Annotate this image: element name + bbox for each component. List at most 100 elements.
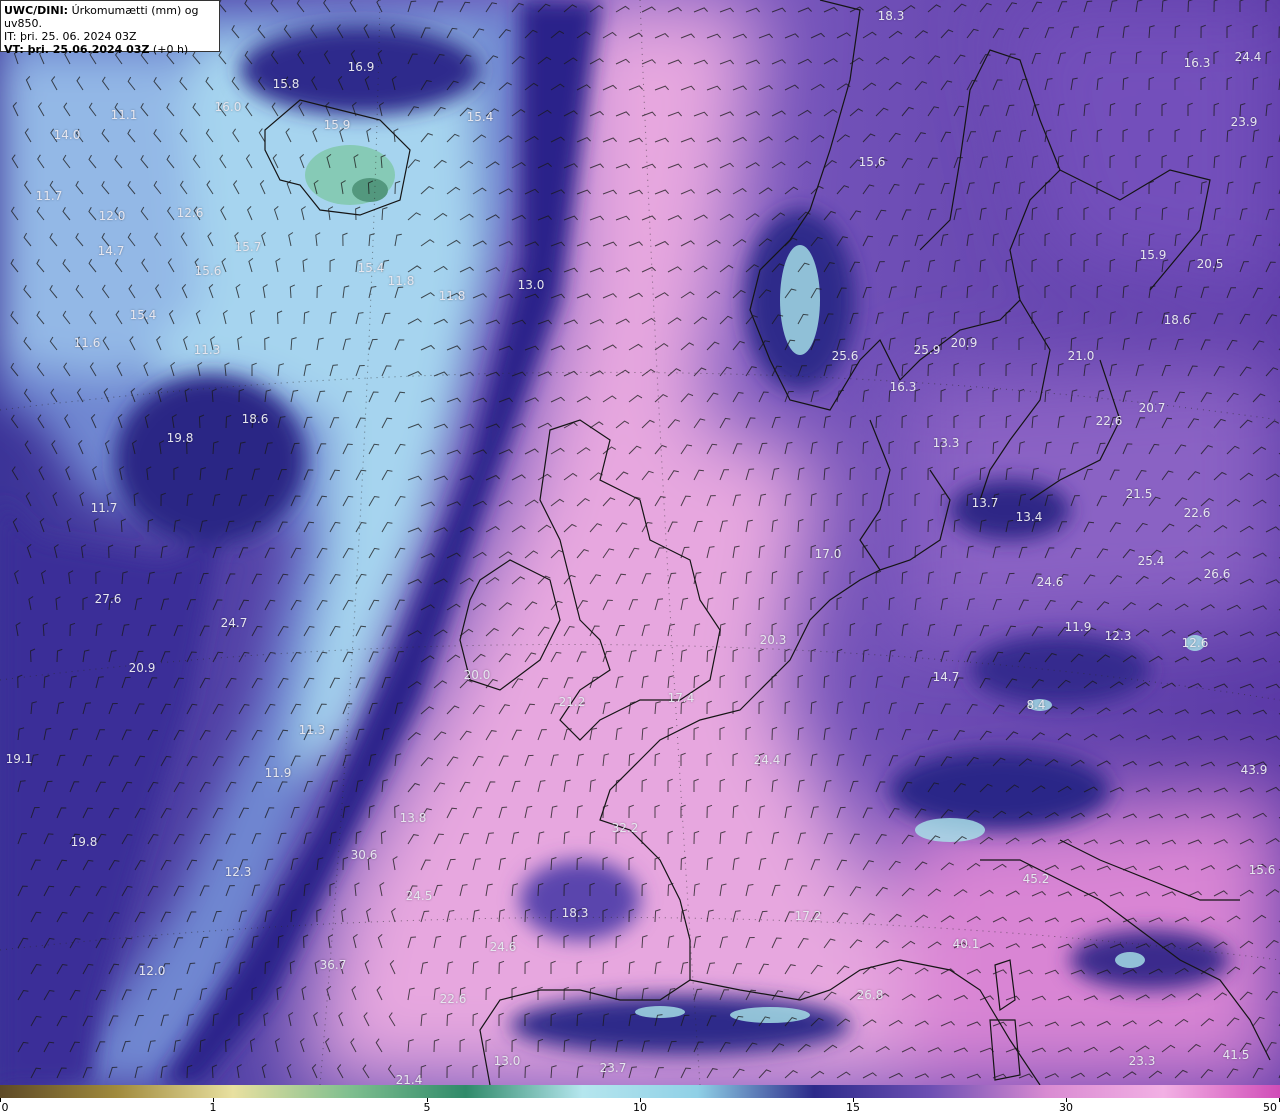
pw-value-label: 24.5 <box>405 889 433 903</box>
pw-value-label: 11.1 <box>110 108 138 122</box>
pw-value-label: 24.7 <box>220 616 248 630</box>
pw-value-label: 12.6 <box>1181 636 1209 650</box>
pw-value-label: 12.6 <box>176 206 204 220</box>
pw-value-label: 8.4 <box>1026 698 1046 712</box>
pw-value-label: 12.3 <box>1104 629 1132 643</box>
pw-value-label: 13.0 <box>493 1054 521 1068</box>
pw-value-label: 23.3 <box>1128 1054 1156 1068</box>
valid-time-label: VT: <box>4 43 24 56</box>
pw-value-label: 25.6 <box>831 349 859 363</box>
pw-value-label: 25.4 <box>1137 554 1165 568</box>
pw-value-label: 14.7 <box>932 670 960 684</box>
pw-value-label: 21.0 <box>1067 349 1095 363</box>
pw-value-label: 19.8 <box>70 835 98 849</box>
pw-value-label: 11.9 <box>264 766 292 780</box>
pw-value-label: 18.6 <box>241 412 269 426</box>
pw-value-label: 32.2 <box>611 821 639 835</box>
pw-value-label: 20.3 <box>759 633 787 647</box>
pw-value-label: 17.0 <box>814 547 842 561</box>
pw-value-label: 26.8 <box>856 988 884 1002</box>
pw-value-label: 24.6 <box>489 940 517 954</box>
map-info-box: UWC/DINI: Úrkomumætti (mm) og uv850. IT:… <box>0 0 220 56</box>
pw-value-label: 19.1 <box>5 752 33 766</box>
pw-value-label: 24.4 <box>753 753 781 767</box>
pw-value-label: 11.7 <box>35 189 63 203</box>
pw-value-label: 24.4 <box>1234 50 1262 64</box>
model-name: UWC/DINI: <box>4 4 69 17</box>
legend-tick-label: 30 <box>1059 1101 1073 1114</box>
legend-bar <box>0 1085 1280 1098</box>
lead-time: (+0 h) <box>149 43 189 56</box>
pw-value-label: 18.3 <box>877 9 905 23</box>
pw-value-label: 26.6 <box>1203 567 1231 581</box>
legend-tick-label: 15 <box>846 1101 860 1114</box>
init-time: þri. 25. 06. 2024 03Z <box>16 30 137 43</box>
pw-value-label: 21.5 <box>1125 487 1153 501</box>
pw-value-label: 11.8 <box>387 274 415 288</box>
pw-value-label: 13.7 <box>971 496 999 510</box>
pw-value-label: 15.9 <box>323 118 351 132</box>
pw-value-label: 45.2 <box>1022 872 1050 886</box>
init-time-label: IT: <box>4 30 17 43</box>
legend-tick-label: 1 <box>209 1101 217 1114</box>
pw-value-label: 13.0 <box>517 278 545 292</box>
pw-value-label: 11.6 <box>73 336 101 350</box>
pw-value-label: 23.9 <box>1230 115 1258 129</box>
pw-value-label: 19.8 <box>166 431 194 445</box>
pw-value-label: 15.4 <box>357 261 385 275</box>
pw-value-label: 16.0 <box>214 100 242 114</box>
pw-value-label: 15.9 <box>1139 248 1167 262</box>
pw-value-label: 15.7 <box>234 240 262 254</box>
legend-tick-label: 10 <box>633 1101 647 1114</box>
pw-value-label: 13.8 <box>399 811 427 825</box>
pw-value-label: 12.3 <box>224 865 252 879</box>
pw-value-label: 30.6 <box>350 848 378 862</box>
pw-value-label: 24.6 <box>1036 575 1064 589</box>
pw-value-label: 17.4 <box>667 691 695 705</box>
pw-value-label: 14.7 <box>97 244 125 258</box>
pw-value-label: 11.3 <box>193 343 221 357</box>
precipitable-water-map: 16.9 15.8 16.0 11.1 15.9 15.4 14.0 11.7 12.0 12.6… <box>0 0 1280 1085</box>
valid-time: þri. 25.06.2024 03Z <box>23 43 150 56</box>
pw-value-label: 21.4 <box>395 1073 423 1085</box>
pw-value-label: 16.3 <box>1183 56 1211 70</box>
legend-tick-label: 0 <box>1 1101 9 1114</box>
pw-value-label: 22.6 <box>1095 414 1123 428</box>
pw-value-label: 11.8 <box>438 289 466 303</box>
pw-value-label: 13.4 <box>1015 510 1043 524</box>
pw-value-label: 15.6 <box>1248 863 1276 877</box>
pw-value-label: 13.3 <box>932 436 960 450</box>
pw-value-label: 15.8 <box>272 77 300 91</box>
pw-value-label: 11.3 <box>298 723 326 737</box>
pw-value-label: 21.2 <box>558 695 586 709</box>
pw-value-label: 12.0 <box>138 964 166 978</box>
pw-value-label: 41.5 <box>1222 1048 1250 1062</box>
pw-value-label: 23.7 <box>599 1061 627 1075</box>
pw-value-label: 20.9 <box>128 661 156 675</box>
pw-value-label: 17.2 <box>794 909 822 923</box>
pw-value-label: 25.9 <box>913 343 941 357</box>
pw-value-label: 15.6 <box>858 155 886 169</box>
pw-value-label: 22.6 <box>1183 506 1211 520</box>
pw-value-label: 11.7 <box>90 501 118 515</box>
pw-value-label: 18.3 <box>561 906 589 920</box>
pw-value-label: 20.9 <box>950 336 978 350</box>
pw-value-label: 36.7 <box>319 958 347 972</box>
pw-value-label: 11.9 <box>1064 620 1092 634</box>
map-canvas <box>0 0 1280 1085</box>
pw-value-label: 20.7 <box>1138 401 1166 415</box>
pw-value-label: 20.5 <box>1196 257 1224 271</box>
legend-tick-label: 50 <box>1263 1101 1277 1114</box>
pw-value-label: 14.0 <box>53 128 81 142</box>
pw-value-label: 20.0 <box>463 668 491 682</box>
pw-value-label: 16.9 <box>347 60 375 74</box>
pw-value-label: 15.6 <box>194 264 222 278</box>
pw-value-label: 15.4 <box>466 110 494 124</box>
pw-value-label: 27.6 <box>94 592 122 606</box>
pw-value-label: 43.9 <box>1240 763 1268 777</box>
pw-value-label: 40.1 <box>952 937 980 951</box>
pw-value-label: 18.6 <box>1163 313 1191 327</box>
pw-value-label: 16.3 <box>889 380 917 394</box>
pw-value-label: 12.0 <box>98 209 126 223</box>
color-legend: 0 1 5 10 15 30 50 <box>0 1085 1280 1115</box>
